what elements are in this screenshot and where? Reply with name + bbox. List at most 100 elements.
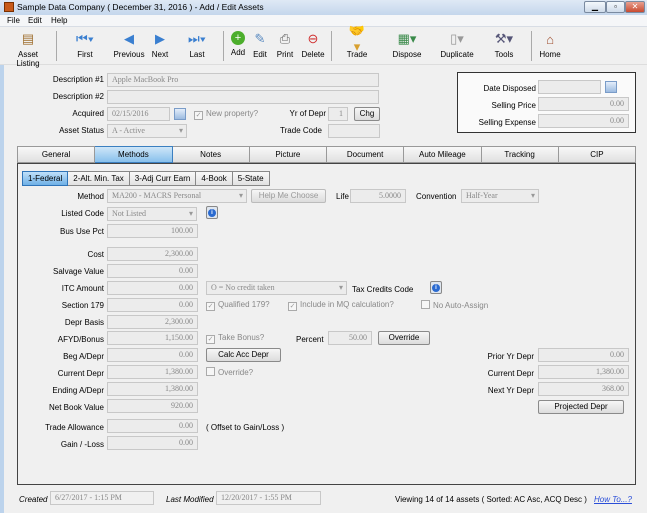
- chg-button[interactable]: Chg: [354, 107, 380, 121]
- listed-code-select[interactable]: Not Listed: [107, 207, 197, 221]
- cost-input[interactable]: 2,300.00: [107, 247, 198, 261]
- subtab-ace[interactable]: 3-Adj Curr Earn: [129, 171, 197, 186]
- yr-depr-input[interactable]: 1: [328, 107, 348, 121]
- description1-input[interactable]: Apple MacBook Pro: [107, 73, 379, 87]
- menu-help[interactable]: Help: [51, 16, 67, 25]
- money-icon: ▦▾: [397, 31, 417, 46]
- itc-input[interactable]: 0.00: [107, 281, 198, 295]
- tax-credits-label: Tax Credits Code: [352, 285, 414, 294]
- next-button[interactable]: ▶ Next: [148, 31, 172, 59]
- subtab-state[interactable]: 5-State: [232, 171, 270, 186]
- subtab-book[interactable]: 4-Book: [196, 171, 233, 186]
- qualified-179-checkbox[interactable]: ✓ Qualified 179?: [206, 300, 270, 311]
- menu-file[interactable]: File: [7, 16, 20, 25]
- print-button[interactable]: ⎙ Print: [274, 31, 296, 59]
- info-icon[interactable]: i: [206, 206, 218, 219]
- next-yr-depr-input[interactable]: 368.00: [538, 382, 629, 396]
- last-button[interactable]: ⏭▾ Last: [182, 31, 212, 59]
- tab-document[interactable]: Document: [327, 146, 405, 163]
- info-icon[interactable]: i: [430, 281, 442, 294]
- previous-button[interactable]: ◀ Previous: [111, 31, 147, 59]
- method-select[interactable]: MA200 - MACRS Personal: [107, 189, 247, 203]
- delete-icon: ⊖: [307, 31, 319, 46]
- first-button[interactable]: ⏮▾ First: [70, 31, 100, 59]
- calendar-icon[interactable]: [605, 81, 617, 93]
- asset-listing-button[interactable]: ▤ Asset Listing: [6, 31, 50, 68]
- home-button[interactable]: ⌂ Home: [537, 31, 563, 60]
- date-disposed-input[interactable]: [538, 80, 601, 94]
- tab-picture[interactable]: Picture: [249, 146, 327, 163]
- depr-basis-input[interactable]: 2,300.00: [107, 315, 198, 329]
- subtab-amt[interactable]: 2-Alt. Min. Tax: [68, 171, 130, 186]
- override-button[interactable]: Override: [378, 331, 430, 345]
- acquired-input[interactable]: 02/15/2016: [107, 107, 170, 121]
- subtab-federal[interactable]: 1-Federal: [22, 171, 69, 186]
- salvage-input[interactable]: 0.00: [107, 264, 198, 278]
- tools-button[interactable]: ⚒▾ Tools: [492, 31, 516, 59]
- percent-label: Percent: [296, 335, 324, 344]
- check-icon: ✓: [194, 111, 203, 120]
- close-button[interactable]: ✕: [625, 1, 645, 13]
- calc-acc-depr-button[interactable]: Calc Acc Depr: [206, 348, 281, 362]
- selling-expense-label: Selling Expense: [478, 118, 536, 127]
- tab-tracking[interactable]: Tracking: [481, 146, 559, 163]
- tools-icon: ⚒▾: [494, 31, 514, 46]
- offset-note: ( Offset to Gain/Loss ): [206, 423, 285, 432]
- yr-depr-label: Yr of Depr: [289, 109, 326, 118]
- add-button[interactable]: + Add: [229, 31, 247, 57]
- new-property-checkbox[interactable]: ✓ New property?: [194, 109, 258, 120]
- tab-general[interactable]: General: [17, 146, 96, 163]
- projected-depr-button[interactable]: Projected Depr: [538, 400, 624, 414]
- take-bonus-checkbox[interactable]: ✓ Take Bonus?: [206, 333, 264, 344]
- how-to-link[interactable]: How To...?: [594, 495, 632, 504]
- itc-code-select[interactable]: O = No credit taken: [206, 281, 347, 295]
- afyd-label: AFYD/Bonus: [57, 335, 104, 344]
- tab-notes[interactable]: Notes: [172, 146, 250, 163]
- previous-icon: ◀: [124, 31, 134, 46]
- delete-button[interactable]: ⊖ Delete: [300, 31, 326, 59]
- selling-price-input[interactable]: 0.00: [538, 97, 629, 111]
- bus-use-input[interactable]: 100.00: [107, 224, 198, 238]
- duplicate-button[interactable]: ▯▾ Duplicate: [438, 31, 476, 59]
- acquired-label: Acquired: [72, 109, 104, 118]
- desc2-label: Description #2: [52, 92, 104, 101]
- first-icon: ⏮▾: [75, 31, 95, 46]
- edit-button[interactable]: ✎ Edit: [251, 31, 269, 59]
- cost-label: Cost: [87, 250, 104, 259]
- afyd-input[interactable]: 1,150.00: [107, 331, 198, 345]
- help-me-choose-button[interactable]: Help Me Choose: [251, 189, 326, 203]
- minimize-button[interactable]: ▁: [584, 1, 606, 13]
- current-depr-label: Current Depr: [57, 369, 104, 378]
- current-depr2-input[interactable]: 1,380.00: [538, 365, 629, 379]
- gain-loss-input[interactable]: 0.00: [107, 436, 198, 450]
- life-input[interactable]: 5.0000: [350, 189, 406, 203]
- trade-button[interactable]: 🤝▾ Trade: [342, 23, 372, 59]
- include-mq-checkbox[interactable]: ✓ Include in MQ calculation?: [288, 300, 394, 311]
- tab-auto-mileage[interactable]: Auto Mileage: [404, 146, 482, 163]
- maximize-button[interactable]: ▫: [606, 1, 625, 13]
- prior-yr-depr-input[interactable]: 0.00: [538, 348, 629, 362]
- listed-code-label: Listed Code: [61, 209, 104, 218]
- calendar-icon[interactable]: [174, 108, 186, 120]
- current-depr-input[interactable]: 1,380.00: [107, 365, 198, 379]
- ending-adepr-input[interactable]: 1,380.00: [107, 382, 198, 396]
- add-icon: +: [231, 31, 245, 45]
- no-auto-assign-checkbox[interactable]: No Auto-Assign: [421, 300, 488, 310]
- trade-code-input[interactable]: [328, 124, 380, 138]
- section179-input[interactable]: 0.00: [107, 298, 198, 312]
- tab-cip[interactable]: CIP: [558, 146, 636, 163]
- net-book-value-input[interactable]: 920.00: [107, 399, 198, 413]
- percent-input[interactable]: 50.00: [328, 331, 372, 345]
- viewing-status: Viewing 14 of 14 assets ( Sorted: AC Asc…: [395, 495, 587, 504]
- selling-expense-input[interactable]: 0.00: [538, 114, 629, 128]
- trade-allowance-input[interactable]: 0.00: [107, 419, 198, 433]
- menu-edit[interactable]: Edit: [28, 16, 42, 25]
- section179-label: Section 179: [61, 301, 104, 310]
- description2-input[interactable]: [107, 90, 379, 104]
- override-checkbox[interactable]: Override?: [206, 367, 253, 377]
- beg-adepr-input[interactable]: 0.00: [107, 348, 198, 362]
- tab-methods[interactable]: Methods: [95, 146, 173, 163]
- dispose-button[interactable]: ▦▾ Dispose: [390, 31, 424, 59]
- asset-status-select[interactable]: A - Active: [107, 124, 187, 138]
- convention-select[interactable]: Half-Year: [461, 189, 539, 203]
